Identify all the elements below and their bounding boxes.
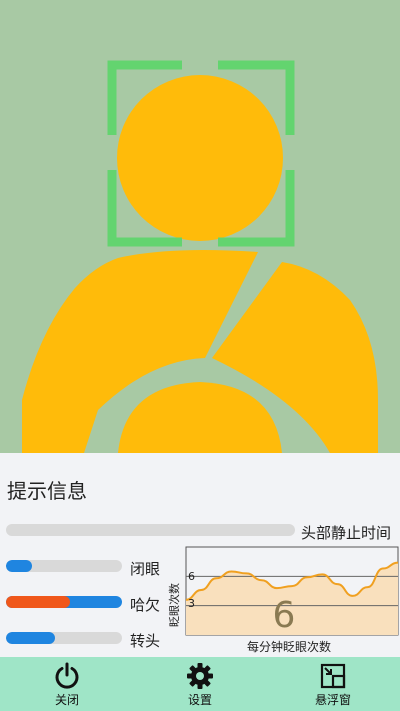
chest-silhouette — [118, 382, 282, 453]
face-silhouette-graphic — [22, 60, 378, 453]
head-turn-progress-bar — [6, 632, 122, 644]
gear-icon — [187, 663, 213, 689]
nav-close-button[interactable]: 关闭 — [17, 657, 117, 711]
blink-chart: 眨眼次数 6 3 6 每分钟眨眼次数 — [166, 545, 400, 657]
chart-ylabel: 眨眼次数 — [167, 583, 181, 627]
nav-settings-label: 设置 — [187, 693, 212, 707]
nav-floating-window-button[interactable]: 悬浮窗 — [283, 657, 383, 711]
nav-settings-button[interactable]: 设置 — [150, 657, 250, 711]
panel-title: 提示信息 — [7, 479, 87, 503]
power-icon — [55, 662, 79, 689]
chart-ytick-6: 6 — [188, 570, 195, 583]
eye-closed-progress-fill — [6, 560, 32, 572]
blink-chart-svg: 眨眼次数 6 3 6 每分钟眨眼次数 — [167, 546, 399, 654]
eye-closed-progress-bar — [6, 560, 122, 572]
floating-window-icon — [320, 663, 346, 689]
nav-floating-window-label: 悬浮窗 — [314, 693, 351, 707]
camera-preview — [0, 0, 400, 453]
nav-close-label: 关闭 — [54, 693, 79, 707]
chart-xlabel: 每分钟眨眼次数 — [247, 639, 331, 654]
head-silhouette — [117, 75, 283, 241]
head-turn-label: 转头 — [130, 632, 161, 650]
eye-closed-label: 闭眼 — [130, 560, 161, 578]
yawn-progress-bar — [6, 596, 122, 608]
chart-ytick-3: 3 — [188, 597, 195, 610]
bottom-nav: 关闭 设置 悬浮窗 — [0, 657, 400, 711]
yawn-progress-fill — [6, 596, 70, 608]
yawn-label: 哈欠 — [130, 596, 161, 614]
head-still-progress-bar — [6, 524, 295, 536]
chart-current-value: 6 — [273, 595, 296, 636]
head-turn-progress-fill — [6, 632, 55, 644]
info-panel: 提示信息 头部静止时间 闭眼 哈欠 转头 眨眼次数 6 3 6 每分钟眨眼次数 — [0, 453, 400, 657]
head-still-label: 头部静止时间 — [301, 524, 392, 542]
